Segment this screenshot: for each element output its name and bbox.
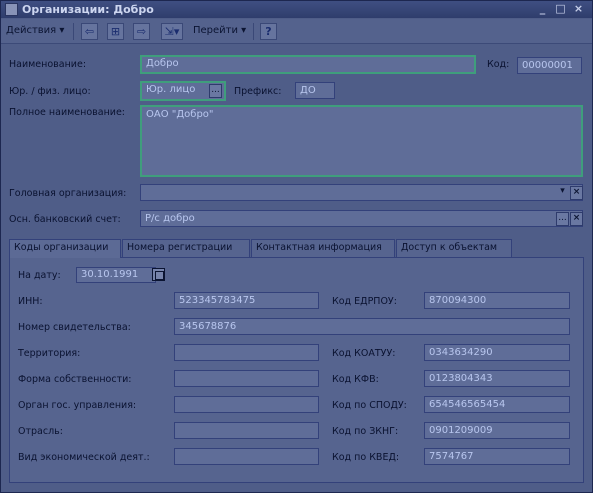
date-field[interactable]: 30.10.1991 — [76, 267, 156, 283]
zkng-label: Код по ЗКНГ: — [332, 426, 399, 437]
koatuu-field[interactable]: 0343634290 — [424, 344, 570, 361]
gov-body-label: Орган гос. управления: — [18, 400, 137, 411]
certificate-field[interactable]: 345678876 — [174, 318, 570, 335]
app-icon — [5, 3, 18, 16]
close-button[interactable]: × — [571, 3, 586, 16]
prefix-label: Префикс: — [234, 86, 282, 97]
toolbar-separator — [253, 23, 254, 40]
spodu-field[interactable]: 654546565454 — [424, 396, 570, 413]
code-field[interactable]: 00000001 — [517, 57, 582, 74]
full-name-field[interactable]: ОАО "Добро" — [140, 105, 583, 177]
actions-menu[interactable]: Действия ▾ — [6, 25, 64, 36]
maximize-button[interactable]: □ — [553, 3, 568, 16]
go-icon[interactable]: ⇨ — [133, 23, 150, 40]
edrpou-label: Код ЕДРПОУ: — [332, 296, 397, 307]
industry-label: Отрасль: — [18, 426, 63, 437]
name-label: Наименование: — [9, 59, 87, 70]
date-label: На дату: — [18, 270, 61, 281]
territory-field[interactable] — [174, 344, 319, 361]
inn-field[interactable]: 523345783475 — [174, 292, 319, 309]
tab-contact-info[interactable]: Контактная информация — [251, 239, 395, 257]
structure-icon[interactable]: ⊞ — [107, 23, 124, 40]
tab-org-codes[interactable]: Коды организации — [9, 239, 121, 258]
industry-field[interactable] — [174, 422, 319, 439]
bank-account-select-button[interactable]: ... — [556, 212, 569, 226]
code-label: Код: — [487, 59, 510, 70]
koatuu-label: Код КОАТУУ: — [332, 348, 396, 359]
gov-body-field[interactable] — [174, 396, 319, 413]
window: Организации: Добро _ □ × Действия ▾ ⇦ ⊞ … — [0, 0, 593, 493]
activity-label: Вид экономической деят.: — [18, 452, 150, 463]
toolbar-separator — [73, 23, 74, 40]
certificate-label: Номер свидетельства: — [18, 322, 131, 333]
inn-label: ИНН: — [18, 296, 43, 307]
name-field[interactable]: Добро — [140, 55, 476, 74]
chevron-down-icon[interactable]: ▾ — [556, 186, 569, 200]
minimize-button[interactable]: _ — [535, 3, 550, 16]
full-name-label: Полное наименование: — [9, 107, 126, 118]
head-org-field[interactable] — [140, 184, 583, 201]
dropdown-icon-button[interactable]: ⇲▾ — [161, 23, 183, 40]
bank-account-field[interactable]: Р/с добро — [140, 210, 583, 227]
clear-head-org-button[interactable]: × — [570, 186, 583, 200]
spodu-label: Код по СПОДУ: — [332, 400, 407, 411]
prefix-field[interactable]: ДО — [295, 82, 335, 99]
window-title: Организации: Добро — [22, 3, 154, 16]
head-org-label: Головная организация: — [9, 188, 127, 199]
toolbar: Действия ▾ ⇦ ⊞ ⇨ ⇲▾ Перейти ▾ ? — [1, 19, 592, 44]
help-icon[interactable]: ? — [260, 23, 277, 40]
person-type-label: Юр. / физ. лицо: — [9, 86, 91, 97]
clear-bank-account-button[interactable]: × — [570, 212, 583, 226]
tab-registration-numbers[interactable]: Номера регистрации — [122, 239, 250, 257]
goto-menu[interactable]: Перейти ▾ — [193, 25, 246, 36]
arrow-back-icon[interactable]: ⇦ — [81, 23, 98, 40]
calendar-icon[interactable] — [152, 268, 165, 281]
activity-field[interactable] — [174, 448, 319, 465]
bank-account-label: Осн. банковский счет: — [9, 214, 121, 225]
tab-object-access[interactable]: Доступ к объектам — [396, 239, 512, 257]
territory-label: Территория: — [18, 348, 81, 359]
kfv-field[interactable]: 0123804343 — [424, 370, 570, 387]
kved-field[interactable]: 7574767 — [424, 448, 570, 465]
ownership-field[interactable] — [174, 370, 319, 387]
zkng-field[interactable]: 0901209009 — [424, 422, 570, 439]
title-bar[interactable]: Организации: Добро _ □ × — [1, 1, 592, 18]
kfv-label: Код КФВ: — [332, 374, 379, 385]
org-codes-panel: На дату: 30.10.1991 ИНН: 523345783475 Ко… — [9, 257, 584, 483]
kved-label: Код по КВЕД: — [332, 452, 400, 463]
ownership-label: Форма собственности: — [18, 374, 132, 385]
edrpou-field[interactable]: 870094300 — [424, 292, 570, 309]
person-type-select-button[interactable]: ... — [209, 84, 222, 98]
